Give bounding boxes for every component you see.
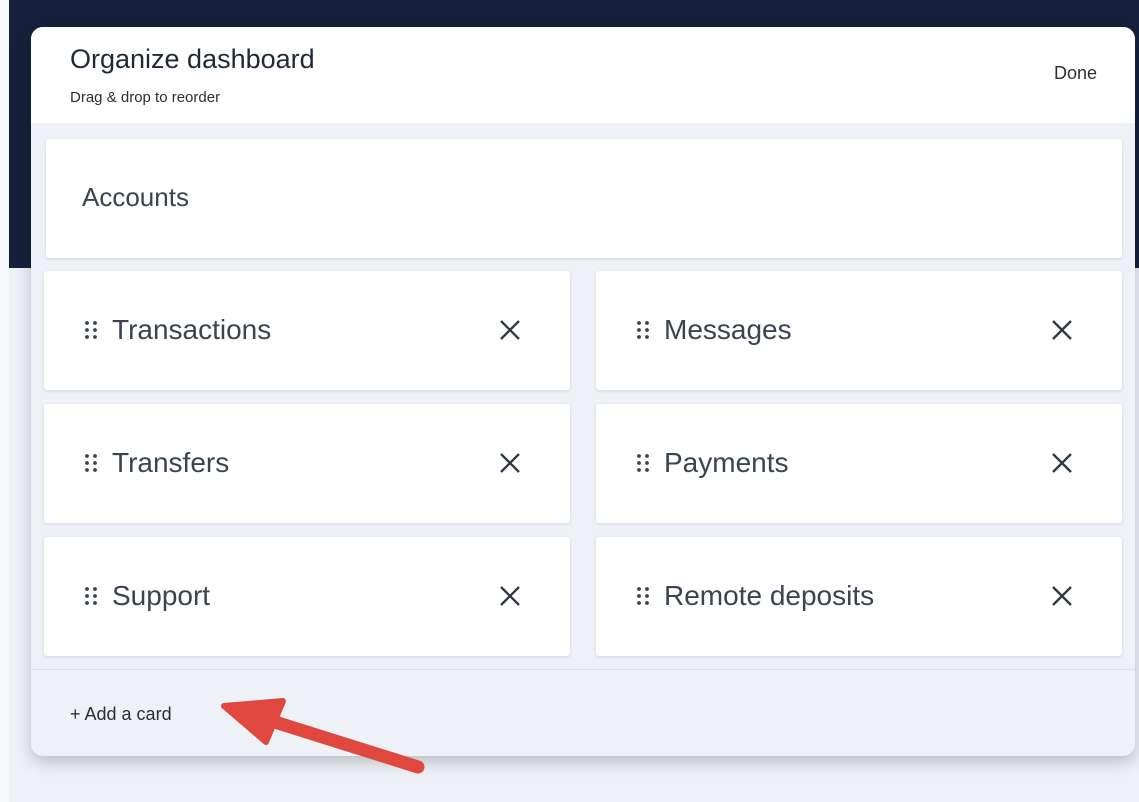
close-icon <box>1052 586 1072 606</box>
card-label: Support <box>112 580 211 611</box>
card-label: Transfers <box>112 447 230 478</box>
card-label: Messages <box>664 314 792 345</box>
close-icon <box>1052 453 1072 473</box>
remove-messages-button[interactable] <box>1050 318 1074 342</box>
drag-handle-icon[interactable] <box>636 452 650 474</box>
close-icon <box>1052 320 1072 340</box>
drag-handle-icon[interactable] <box>84 319 98 341</box>
card-label: Payments <box>664 447 789 478</box>
modal-subtitle: Drag & drop to reorder <box>70 89 221 106</box>
remove-transfers-button[interactable] <box>498 451 522 475</box>
card-label: Remote deposits <box>664 580 875 611</box>
modal-header: Organize dashboard Drag & drop to reorde… <box>31 27 1135 123</box>
remove-remote-deposits-button[interactable] <box>1050 584 1074 608</box>
card-payments[interactable]: Payments <box>596 404 1122 523</box>
drag-handle-icon[interactable] <box>636 585 650 607</box>
remove-payments-button[interactable] <box>1050 451 1074 475</box>
drag-handle-icon[interactable] <box>84 452 98 474</box>
close-icon <box>500 453 520 473</box>
footer-divider <box>31 669 1135 670</box>
window-edge <box>0 0 9 802</box>
card-messages[interactable]: Messages <box>596 271 1122 390</box>
remove-transactions-button[interactable] <box>498 318 522 342</box>
add-card-button[interactable]: + Add a card <box>70 704 172 725</box>
card-transfers[interactable]: Transfers <box>44 404 570 523</box>
accounts-card: Accounts <box>46 139 1122 258</box>
card-transactions[interactable]: Transactions <box>44 271 570 390</box>
card-support[interactable]: Support <box>44 537 570 656</box>
drag-handle-icon[interactable] <box>84 585 98 607</box>
accounts-card-label: Accounts <box>82 182 189 212</box>
close-icon <box>500 320 520 340</box>
close-icon <box>500 586 520 606</box>
card-remote-deposits[interactable]: Remote deposits <box>596 537 1122 656</box>
drag-handle-icon[interactable] <box>636 319 650 341</box>
organize-dashboard-modal: Organize dashboard Drag & drop to reorde… <box>31 27 1135 756</box>
done-button[interactable]: Done <box>1054 63 1097 84</box>
modal-title: Organize dashboard <box>70 44 315 74</box>
remove-support-button[interactable] <box>498 584 522 608</box>
card-label: Transactions <box>112 314 272 345</box>
